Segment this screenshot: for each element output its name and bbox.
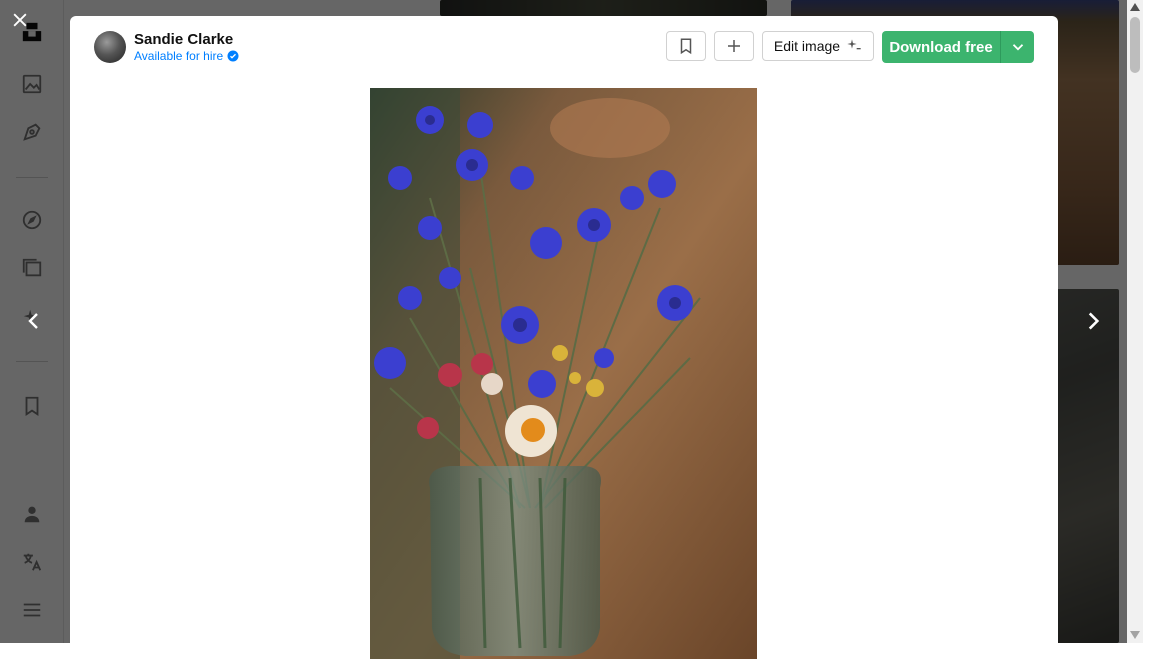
close-button[interactable] (8, 8, 32, 32)
scroll-down-arrow-icon[interactable] (1130, 631, 1140, 639)
scrollbar-track[interactable] (1127, 0, 1143, 643)
verified-badge-icon (227, 50, 239, 62)
chevron-left-icon (28, 313, 38, 329)
plus-icon (728, 40, 740, 52)
author-name[interactable]: Sandie Clarke (134, 31, 239, 49)
hire-link[interactable]: Available for hire (134, 49, 239, 63)
scroll-up-arrow-icon[interactable] (1130, 3, 1140, 11)
add-to-collection-button[interactable] (714, 31, 754, 61)
previous-photo-button[interactable] (20, 306, 48, 336)
avatar[interactable] (94, 31, 126, 63)
edit-image-button[interactable]: Edit image (762, 31, 874, 61)
bookmark-button[interactable] (666, 31, 706, 61)
author-info[interactable]: Sandie Clarke Available for hire (94, 31, 239, 63)
main-photo[interactable] (370, 88, 757, 659)
window-edge (1143, 0, 1158, 643)
scrollbar-thumb[interactable] (1130, 17, 1140, 73)
chevron-down-icon (1012, 44, 1023, 51)
hire-status[interactable]: Available for hire (134, 49, 223, 63)
download-button[interactable]: Download free (882, 31, 1000, 63)
download-options-button[interactable] (1000, 31, 1034, 63)
bookmark-icon (680, 38, 692, 55)
photo-modal: Sandie Clarke Available for hire Edit im… (70, 16, 1058, 659)
close-icon (13, 13, 27, 27)
next-photo-button[interactable] (1078, 306, 1108, 336)
edit-image-label: Edit image (773, 38, 841, 54)
sparkle-icon (847, 39, 861, 50)
chevron-right-icon (1088, 312, 1100, 330)
